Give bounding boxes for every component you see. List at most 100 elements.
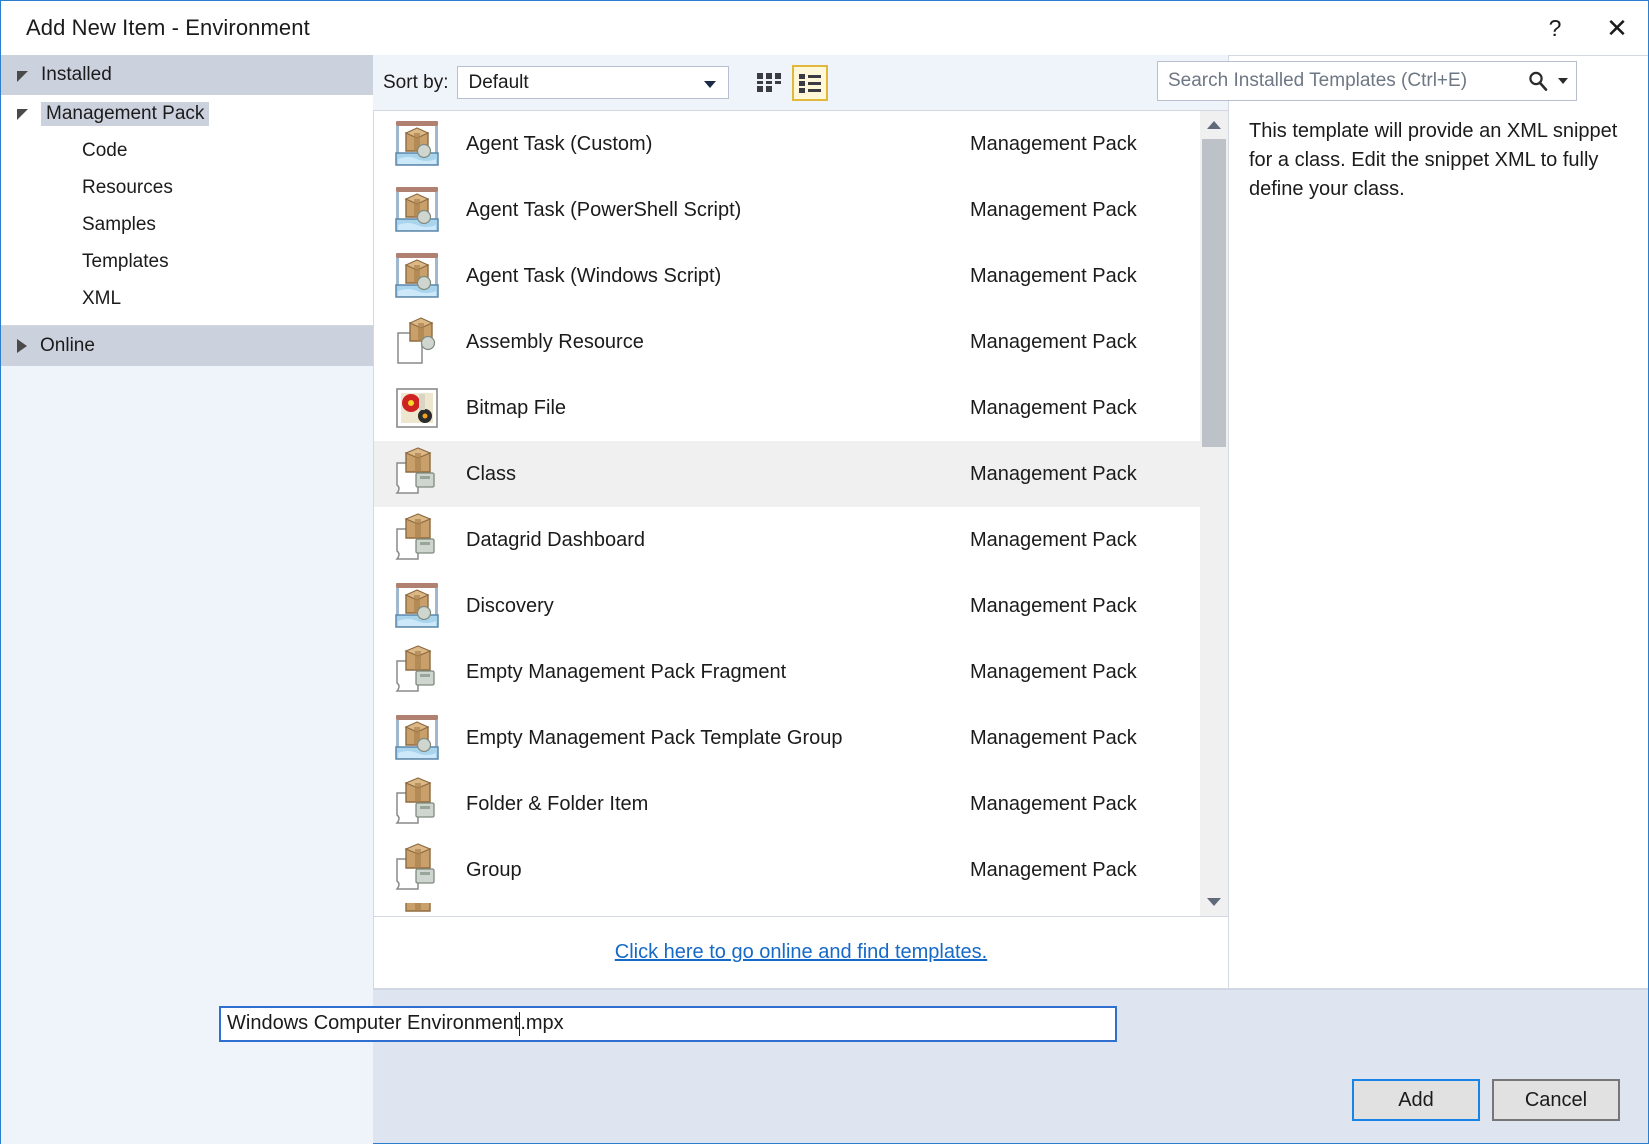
template-details-pane: Type: Management Pack This template will… [1228, 55, 1648, 989]
chevron-down-icon [17, 109, 28, 120]
table-row[interactable]: Empty Management Pack Template Group Man… [374, 705, 1200, 771]
template-kind: Management Pack [970, 792, 1137, 815]
title-bar: Add New Item - Environment ? ✕ [1, 1, 1648, 55]
bitmap-image-icon [396, 388, 438, 428]
table-row[interactable]: Agent Task (Windows Script) Management P… [374, 243, 1200, 309]
table-row[interactable]: Datagrid Dashboard Management Pack [374, 507, 1200, 573]
sidebar-item-label: XML [82, 287, 122, 309]
detail-description: This template will provide an XML snippe… [1249, 120, 1618, 200]
template-kind: Management Pack [970, 198, 1137, 221]
sidebar-item-label: Management Pack [41, 101, 210, 126]
package-page-icon [395, 843, 435, 890]
scroll-track[interactable] [1200, 139, 1228, 888]
sidebar-item-label: Resources [82, 176, 173, 198]
table-row[interactable]: Class Management Pack [374, 441, 1200, 507]
sidebar-item-resources[interactable]: Resources [1, 169, 373, 206]
tiles-view-button[interactable] [751, 65, 787, 101]
view-toggle-group [751, 64, 829, 101]
table-row-partial[interactable] [374, 903, 1200, 916]
package-page-icon [395, 447, 435, 494]
name-input[interactable]: Windows Computer Environment .mpx [219, 1005, 1117, 1042]
sidebar-item-templates[interactable]: Templates [1, 243, 373, 280]
templates-list: Agent Task (Custom) Management Pack Agen… [373, 110, 1228, 917]
table-row[interactable]: Empty Management Pack Fragment Managemen… [374, 639, 1200, 705]
package-page-icon [395, 513, 435, 560]
list-view-button[interactable] [792, 64, 829, 101]
template-kind: Management Pack [970, 132, 1137, 155]
chevron-down-icon [17, 70, 28, 82]
sidebar-item-code[interactable]: Code [1, 132, 373, 169]
sort-by-value: Default [468, 71, 529, 93]
list-icon [799, 73, 822, 93]
search-dropdown-icon[interactable] [1558, 78, 1568, 84]
template-kind: Management Pack [970, 264, 1137, 287]
templates-toolbar: Sort by: Default [373, 55, 1228, 110]
name-input-value-after-caret: .mpx [520, 1012, 564, 1034]
package-page-icon [405, 903, 431, 912]
scroll-down-button[interactable] [1200, 888, 1228, 916]
help-icon[interactable]: ? [1524, 1, 1586, 55]
template-name: Agent Task (PowerShell Script) [466, 198, 742, 221]
package-tray-icon [395, 187, 439, 232]
table-row[interactable]: Agent Task (Custom) Management Pack [374, 111, 1200, 177]
template-kind: Management Pack [970, 528, 1137, 551]
online-templates-bar: Click here to go online and find templat… [373, 917, 1228, 989]
template-name: Bitmap File [466, 396, 567, 419]
chevron-up-icon [1207, 121, 1221, 129]
template-kind: Management Pack [970, 330, 1137, 353]
sidebar-item-xml[interactable]: XML [1, 280, 373, 317]
package-tray-icon [395, 583, 439, 628]
cancel-button[interactable]: Cancel [1492, 1079, 1620, 1121]
sidebar-group-installed[interactable]: Installed [1, 55, 373, 95]
template-name: Datagrid Dashboard [466, 528, 645, 551]
add-button[interactable]: Add [1352, 1079, 1480, 1121]
package-tray-icon [395, 121, 439, 166]
sidebar-installed-children: Management Pack Code Resources Samples T… [1, 95, 373, 326]
template-kind: Management Pack [970, 726, 1137, 749]
search-input[interactable]: Search Installed Templates (Ctrl+E) [1168, 70, 1527, 92]
templates-pane: Sort by: Default Agent Task (Custom) Man… [373, 55, 1228, 989]
name-input-value-before-caret: Windows Computer Environment [227, 1012, 520, 1034]
window-controls: ? ✕ [1524, 1, 1648, 55]
template-name: Assembly Resource [466, 330, 644, 353]
template-name: Empty Management Pack Template Group [466, 726, 843, 749]
sidebar-item-samples[interactable]: Samples [1, 206, 373, 243]
sidebar-group-online[interactable]: Online [1, 326, 373, 366]
close-icon[interactable]: ✕ [1586, 1, 1648, 55]
templates-list-viewport: Agent Task (Custom) Management Pack Agen… [374, 111, 1200, 916]
sort-by-select[interactable]: Default [457, 66, 730, 99]
chevron-down-icon [1207, 898, 1221, 906]
scroll-up-button[interactable] [1200, 111, 1228, 139]
grid-icon [757, 72, 782, 92]
templates-scrollbar[interactable] [1200, 111, 1228, 916]
template-kind: Management Pack [970, 396, 1137, 419]
template-name: Folder & Folder Item [466, 792, 649, 815]
template-kind: Management Pack [970, 660, 1137, 683]
package-page-icon [395, 645, 435, 692]
scroll-thumb[interactable] [1202, 139, 1226, 447]
sidebar-item-label: Samples [82, 213, 156, 235]
table-row[interactable]: Bitmap File Management Pack [374, 375, 1200, 441]
package-document-icon [397, 317, 436, 364]
template-name: Agent Task (Custom) [466, 132, 653, 155]
template-name: Class [466, 462, 517, 485]
table-row[interactable]: Agent Task (PowerShell Script) Managemen… [374, 177, 1200, 243]
template-kind: Management Pack [970, 462, 1137, 485]
table-row[interactable]: Assembly Resource Management Pack [374, 309, 1200, 375]
sidebar-group-installed-label: Installed [41, 64, 112, 85]
table-row[interactable]: Discovery Management Pack [374, 573, 1200, 639]
search-box[interactable]: Search Installed Templates (Ctrl+E) [1157, 61, 1577, 101]
table-row[interactable]: Group Management Pack [374, 837, 1200, 903]
sidebar-item-management-pack[interactable]: Management Pack [1, 95, 373, 132]
search-icon[interactable] [1527, 70, 1549, 92]
add-new-item-dialog: Add New Item - Environment ? ✕ Search In… [0, 0, 1649, 1144]
template-name: Empty Management Pack Fragment [466, 660, 787, 683]
table-row[interactable]: Folder & Folder Item Management Pack [374, 771, 1200, 837]
sidebar-item-label: Code [82, 139, 128, 161]
sidebar-group-online-label: Online [40, 335, 95, 356]
package-page-icon [395, 777, 435, 824]
template-kind: Management Pack [970, 858, 1137, 881]
template-name: Group [466, 858, 522, 881]
online-templates-link[interactable]: Click here to go online and find templat… [615, 941, 987, 964]
sort-by-label: Sort by: [383, 71, 449, 93]
